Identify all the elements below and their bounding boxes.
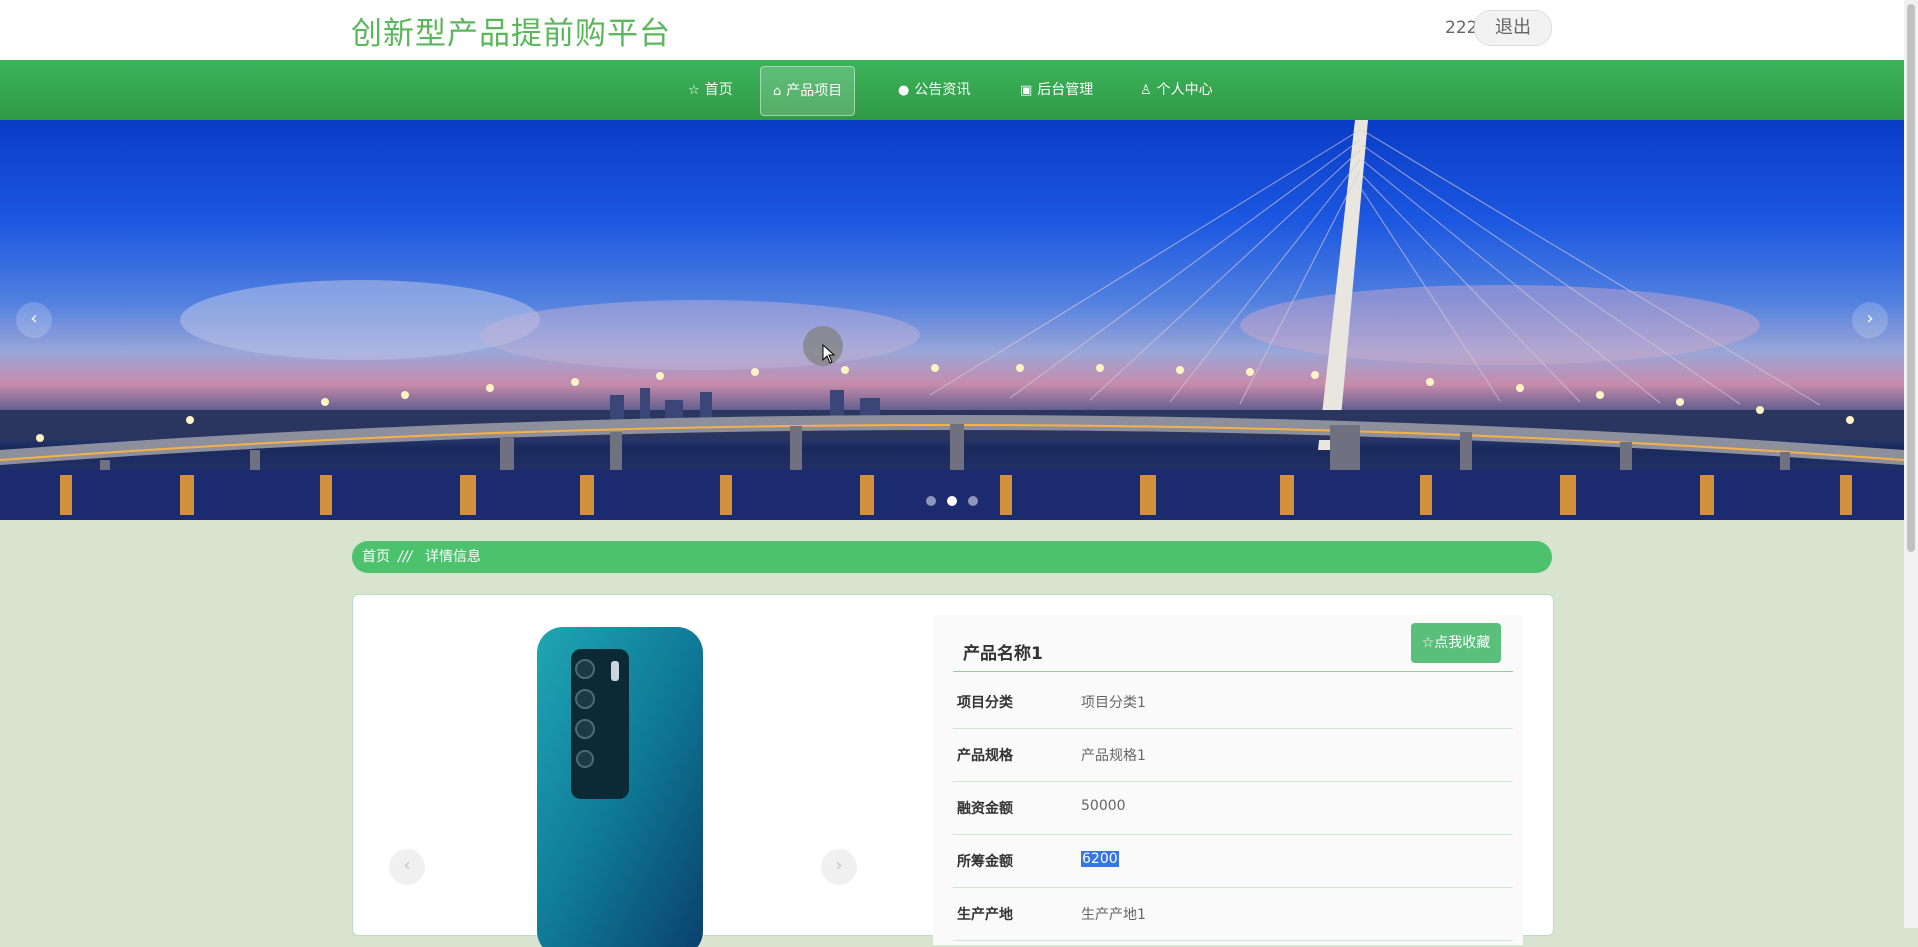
nav-item-home[interactable]: ☆ 首页 xyxy=(676,66,745,114)
info-icon: ● xyxy=(898,83,910,98)
page-scrollbar-thumb[interactable] xyxy=(1907,4,1915,552)
field-row-raised-amount: 所筹金额 6200 xyxy=(953,834,1513,888)
site-title: 创新型产品提前购平台 xyxy=(351,16,671,52)
product-image xyxy=(537,627,703,947)
field-value-selected: 6200 xyxy=(1081,851,1119,867)
banner-carousel[interactable]: ‹ › xyxy=(0,120,1904,520)
carousel-dot-1[interactable] xyxy=(926,496,936,506)
field-value: 产品规格1 xyxy=(1081,748,1146,764)
nav-item-label: 个人中心 xyxy=(1156,82,1213,98)
field-value: 50000 xyxy=(1081,798,1126,814)
field-label: 所筹金额 xyxy=(957,854,1013,870)
star-icon: ☆ xyxy=(688,83,700,98)
breadcrumb-current: 详情信息 xyxy=(425,549,481,565)
breadcrumb-separator: /// xyxy=(398,549,413,565)
product-name: 产品名称1 xyxy=(963,644,1043,664)
bag-icon: ⌂ xyxy=(773,84,782,99)
divider xyxy=(953,671,1513,672)
product-info-panel: 产品名称1 ☆点我收藏 项目分类 项目分类1 产品规格 产品规格1 融资金额 5… xyxy=(933,615,1523,945)
username: 222 xyxy=(1445,18,1478,38)
field-value: 项目分类1 xyxy=(1081,695,1146,711)
favorite-button[interactable]: ☆点我收藏 xyxy=(1411,623,1501,663)
field-label: 生产产地 xyxy=(957,907,1013,923)
image-prev-button[interactable]: ‹ xyxy=(389,849,425,885)
field-label: 产品规格 xyxy=(957,748,1013,764)
nav-item-label: 公告资讯 xyxy=(914,82,971,98)
carousel-prev-button[interactable]: ‹ xyxy=(16,302,52,338)
field-row-spec: 产品规格 产品规格1 xyxy=(953,728,1513,782)
box-icon: ▣ xyxy=(1020,83,1033,98)
top-header: 创新型产品提前购平台 222 退出 xyxy=(0,0,1904,60)
nav-item-admin[interactable]: ▣ 后台管理 xyxy=(1008,66,1105,114)
field-row-origin: 生产产地 生产产地1 xyxy=(953,887,1513,941)
carousel-next-button[interactable]: › xyxy=(1852,302,1888,338)
carousel-dot-2[interactable] xyxy=(947,496,957,506)
nav-item-news[interactable]: ● 公告资讯 xyxy=(886,66,982,114)
nav-item-profile[interactable]: ♙ 个人中心 xyxy=(1128,66,1225,114)
field-row-category: 项目分类 项目分类1 xyxy=(953,675,1513,729)
breadcrumb: 首页 /// 详情信息 xyxy=(352,541,1552,573)
field-label: 项目分类 xyxy=(957,695,1013,711)
breadcrumb-home-link[interactable]: 首页 xyxy=(362,541,390,573)
field-row-funding-amount: 融资金额 50000 xyxy=(953,781,1513,835)
bridge-banner-image xyxy=(0,120,1904,520)
nav-item-products[interactable]: ⌂ 产品项目 xyxy=(760,66,856,116)
nav-item-label: 后台管理 xyxy=(1037,82,1094,98)
product-detail-card: ‹ › 产品名称1 ☆点我收藏 项目分类 项目分类1 产品规格 产品规格1 融资… xyxy=(352,594,1554,947)
image-next-button[interactable]: › xyxy=(821,849,857,885)
nav-item-label: 产品项目 xyxy=(786,83,843,99)
user-icon: ♙ xyxy=(1140,83,1152,98)
carousel-dot-3[interactable] xyxy=(968,496,978,506)
nav-item-label: 首页 xyxy=(704,82,733,98)
field-label: 融资金额 xyxy=(957,801,1013,817)
mouse-pointer-icon xyxy=(822,344,836,364)
main-nav: ☆ 首页 ⌂ 产品项目 ● 公告资讯 ▣ 后台管理 ♙ 个人中心 xyxy=(0,60,1904,120)
field-value: 生产产地1 xyxy=(1081,907,1146,923)
logout-button[interactable]: 退出 xyxy=(1474,10,1552,46)
